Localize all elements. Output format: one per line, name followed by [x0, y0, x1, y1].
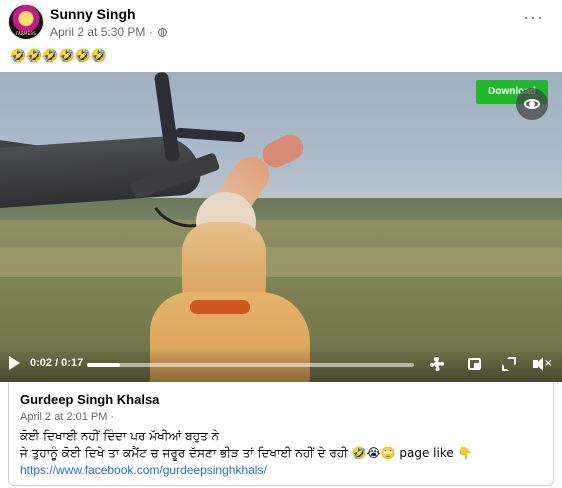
post-caption: 🤣🤣🤣🤣🤣🤣 — [10, 49, 108, 64]
shared-post: Gurdeep Singh Khalsa April 2 at 2:01 PM … — [8, 382, 554, 486]
post-timestamp[interactable]: April 2 at 5:30 PM · — [50, 25, 153, 39]
more-options-icon[interactable]: ··· — [523, 8, 544, 26]
post-header: FARMERS Sunny Singh April 2 at 5:30 PM ·… — [0, 0, 562, 44]
mute-icon[interactable]: × — [532, 355, 552, 373]
shared-text-line2: ਜੇ ਤੁਹਾਨੂੰ ਕੋਈ ਦਿਖੇ ਤਾ ਕਮੈਂਟ ਚ ਜਰੂਰ ਦੱਸਣ… — [20, 446, 473, 460]
avatar-text: FARMERS — [15, 31, 37, 36]
globe-icon — [158, 28, 168, 37]
man-collar — [190, 300, 250, 314]
shared-link[interactable]: https://www.facebook.com/gurdeepsinghkha… — [20, 463, 267, 477]
fullscreen-icon[interactable] — [500, 355, 518, 373]
post-meta: April 2 at 5:30 PM · — [50, 25, 168, 39]
pip-icon[interactable] — [466, 355, 484, 373]
video-controls: 0:02 / 0:17 × — [0, 346, 562, 382]
post-author[interactable]: Sunny Singh — [50, 6, 136, 22]
shared-author[interactable]: Gurdeep Singh Khalsa — [20, 392, 159, 407]
video-progress-bar[interactable] — [87, 363, 414, 367]
gear-icon[interactable] — [428, 355, 446, 373]
play-icon[interactable] — [9, 356, 20, 370]
video-player[interactable]: Download 0:02 / 0:17 × — [0, 72, 562, 382]
video-time: 0:02 / 0:17 — [30, 357, 84, 369]
shared-meta[interactable]: April 2 at 2:01 PM · — [20, 411, 114, 423]
eye-icon[interactable] — [516, 88, 548, 120]
video-progress-fill — [87, 363, 120, 367]
avatar[interactable]: FARMERS — [8, 4, 44, 40]
shared-text-line1: ਕੋਈ ਦਿਖਾਈ ਨਹੀਂ ਦਿੰਦਾ ਪਰ ਮੱਖੀਆਂ ਬਹੁਤ ਨੇ — [20, 429, 220, 443]
video-strip — [0, 247, 562, 277]
